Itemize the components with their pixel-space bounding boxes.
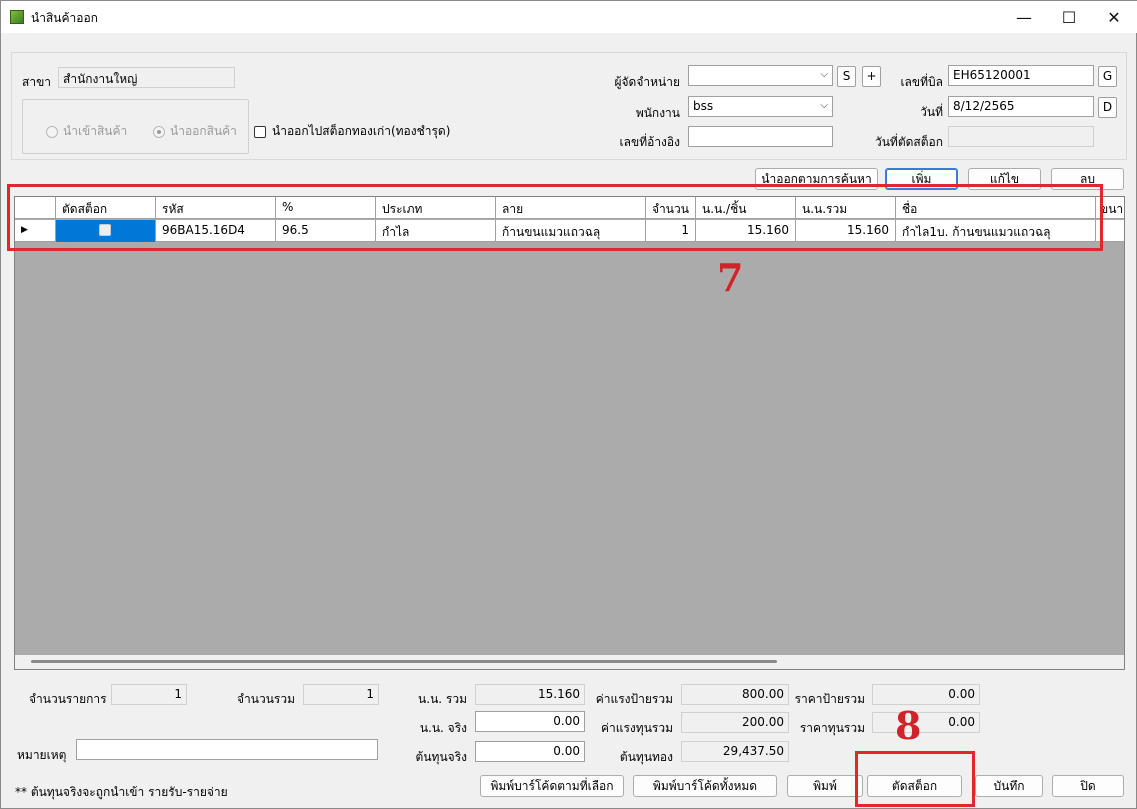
supplier-search-button[interactable]: S (837, 66, 856, 87)
bill-number-label: เลขที่บิล (900, 75, 943, 89)
radio-export[interactable]: นำออกสินค้า (153, 122, 237, 141)
weight-total-label: น.น. รวม (418, 692, 467, 706)
reference-label: เลขที่อ้างอิง (619, 135, 680, 149)
date-input[interactable]: 8/12/2565 (948, 96, 1094, 117)
date-label: วันที่ (920, 105, 943, 119)
labor-tag-field: 800.00 (681, 684, 789, 705)
employee-select[interactable]: bss ⌵ (688, 96, 833, 117)
branch-label: สาขา (22, 75, 52, 89)
old-stock-checkbox-box[interactable] (254, 125, 266, 138)
horizontal-scrollbar[interactable] (15, 655, 1124, 669)
gold-cost-field: 29,437.50 (681, 741, 789, 762)
close-button[interactable]: ปิด (1052, 775, 1124, 797)
gold-cost-label: ต้นทุนทอง (619, 750, 673, 764)
step-8-marker: 8 (895, 703, 922, 748)
maximize-button[interactable]: ☐ (1046, 1, 1092, 33)
branch-field[interactable]: สำนักงานใหญ่ (58, 67, 235, 88)
close-window-button[interactable]: ✕ (1091, 1, 1137, 33)
cut-stock-date-label: วันที่ตัดสต็อก (874, 135, 943, 149)
employee-value: bss (693, 99, 714, 113)
bill-generate-button[interactable]: G (1098, 66, 1117, 87)
footnote-text: ** ต้นทุนจริงจะถูกนำเข้า รายรับ-รายจ่าย (15, 785, 228, 799)
print-all-barcode-button[interactable]: พิมพ์บาร์โค้ดทั้งหมด (633, 775, 777, 797)
supplier-label: ผู้จัดจำหน่าย (614, 75, 680, 89)
highlight-box-step8 (855, 751, 975, 807)
cost-price-field: 0.00 (872, 712, 980, 733)
print-selected-barcode-button[interactable]: พิมพ์บาร์โค้ดตามที่เลือก (480, 775, 624, 797)
item-count-label: จำนวนรายการ (29, 692, 107, 706)
labor-tag-label: ค่าแรงป้ายรวม (595, 692, 673, 706)
labor-cost-label: ค่าแรงทุนรวม (600, 721, 673, 735)
radio-import-dot (46, 125, 58, 138)
tag-price-label: ราคาป้ายรวม (794, 692, 865, 706)
radio-import[interactable]: นำเข้าสินค้า (46, 122, 127, 141)
window-title: นำสินค้าออก (31, 11, 98, 25)
radio-export-label: นำออกสินค้า (170, 124, 237, 138)
note-label: หมายเหตุ (17, 748, 67, 762)
chevron-down-icon: ⌵ (820, 69, 828, 80)
radio-import-label: นำเข้าสินค้า (63, 124, 128, 138)
print-button[interactable]: พิมพ์ (787, 775, 863, 797)
weight-real-input[interactable]: 0.00 (475, 711, 585, 732)
radio-export-dot (153, 125, 165, 138)
chevron-down-icon: ⌵ (820, 100, 828, 111)
main-window: นำสินค้าออก — ☐ ✕ สาขา สำนักงานใหญ่ นำเข… (0, 0, 1137, 809)
minimize-button[interactable]: — (1001, 1, 1047, 33)
items-grid[interactable]: ตัดสต็อก รหัส % ประเภท ลาย จำนวน น.น./ชิ… (14, 196, 1125, 670)
cost-price-label: ราคาทุนรวม (799, 721, 865, 735)
labor-cost-field: 200.00 (681, 712, 789, 733)
weight-total-field: 15.160 (475, 684, 585, 705)
scrollbar-thumb[interactable] (31, 660, 777, 663)
title-bar: นำสินค้าออก — ☐ ✕ (1, 1, 1137, 33)
old-stock-checkbox-label: นำออกไปสต็อกทองเก่า(ทองชำรุด) (272, 124, 451, 138)
highlight-box-step7 (7, 184, 1103, 251)
old-stock-checkbox[interactable]: นำออกไปสต็อกทองเก่า(ทองชำรุด) (254, 122, 450, 141)
tag-price-field: 0.00 (872, 684, 980, 705)
date-picker-button[interactable]: D (1098, 97, 1117, 118)
step-7-marker: 7 (717, 255, 744, 300)
app-cube-icon (10, 10, 24, 24)
bill-number-input[interactable]: EH65120001 (948, 65, 1094, 86)
note-input[interactable] (76, 739, 378, 760)
cost-real-input[interactable]: 0.00 (475, 741, 585, 762)
cost-real-label: ต้นทุนจริง (415, 750, 467, 764)
item-count-field: 1 (111, 684, 187, 705)
reference-input[interactable] (688, 126, 833, 147)
save-button[interactable]: บันทึก (975, 775, 1043, 797)
employee-label: พนักงาน (635, 106, 680, 120)
supplier-select[interactable]: ⌵ (688, 65, 833, 86)
cut-stock-date-field (948, 126, 1094, 147)
weight-real-label: น.น. จริง (419, 721, 467, 735)
total-qty-field: 1 (303, 684, 379, 705)
total-qty-label: จำนวนรวม (237, 692, 296, 706)
